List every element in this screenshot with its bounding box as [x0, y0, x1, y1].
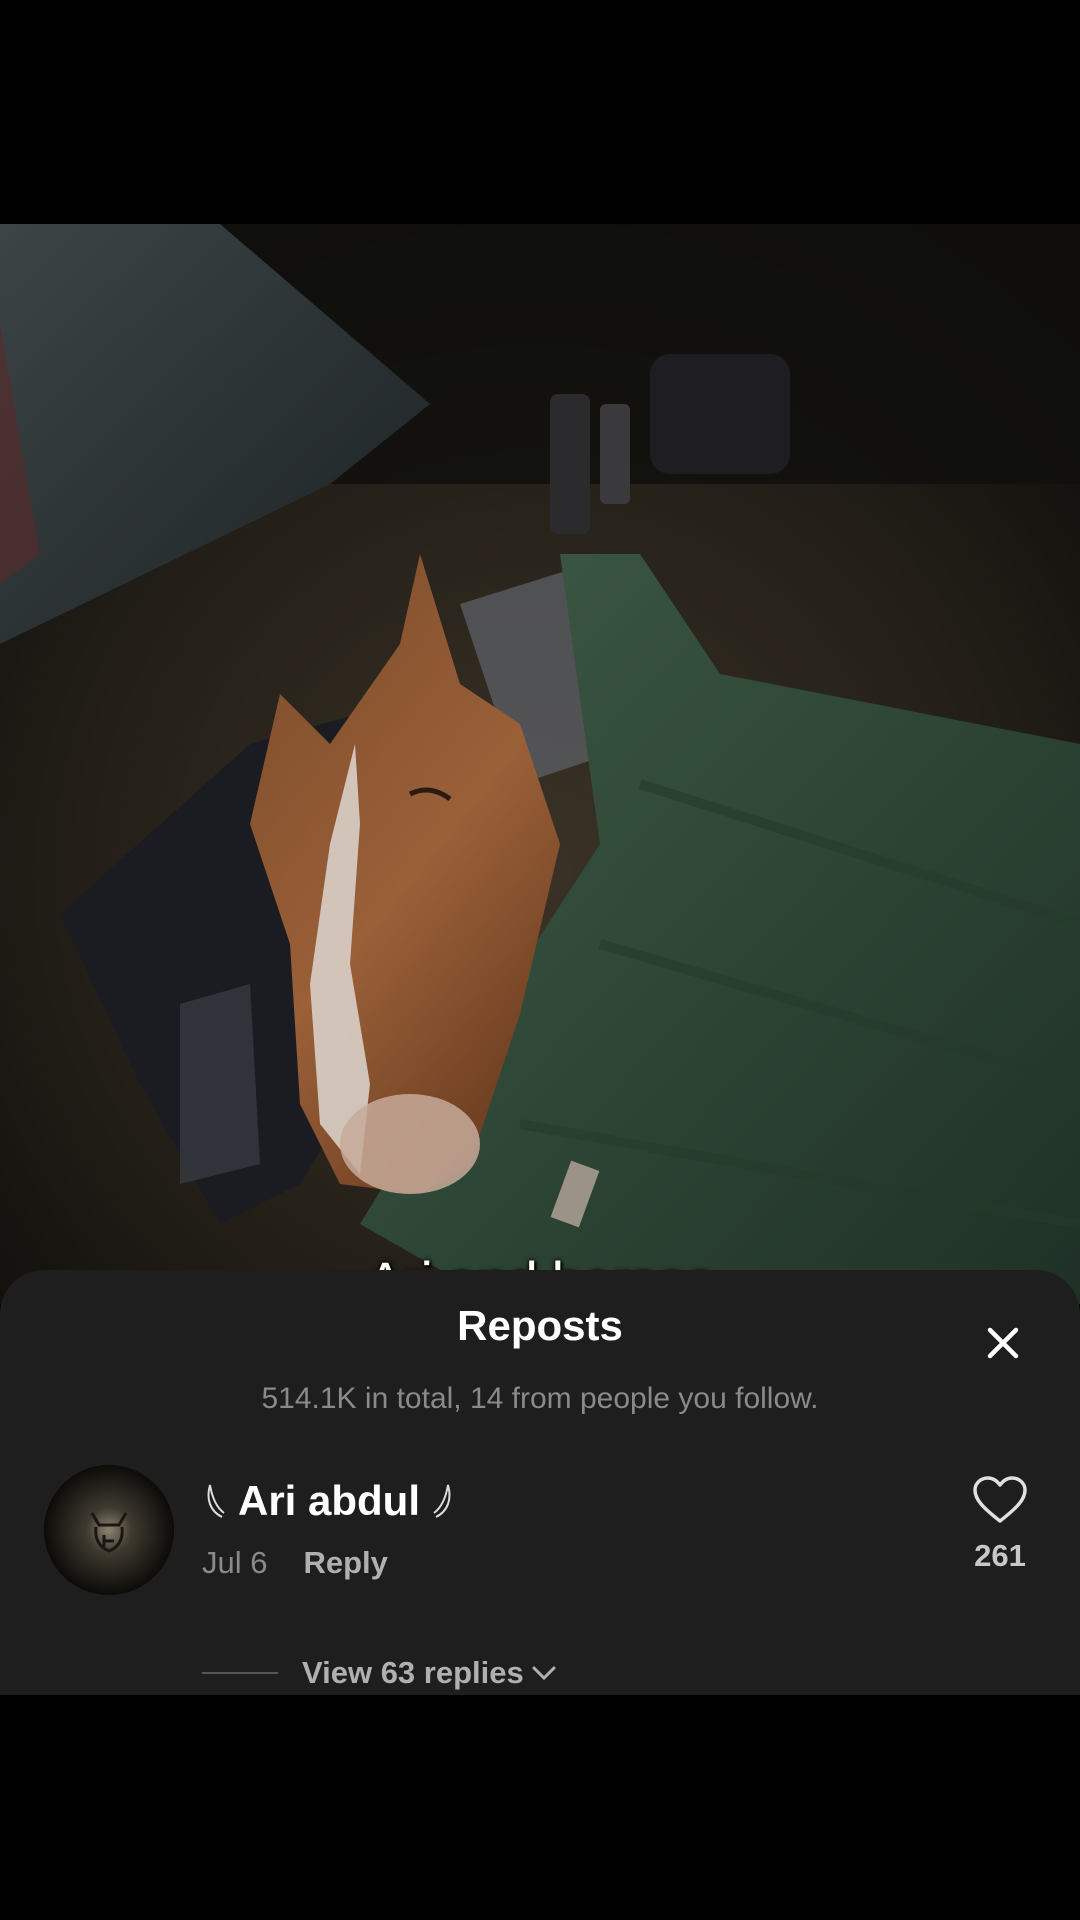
comment-meta: Jul 6 Reply	[202, 1545, 388, 1581]
view-replies-label: View 63 replies	[302, 1655, 524, 1690]
view-replies-button[interactable]: View 63 replies	[202, 1655, 558, 1691]
reposts-sheet: Reposts 514.1K in total, 14 from people …	[0, 1270, 1080, 1695]
like-count: 261	[974, 1538, 1026, 1573]
heart-outline-icon	[973, 1476, 1027, 1523]
reposts-summary: 514.1K in total, 14 from people you foll…	[261, 1382, 819, 1415]
divider-line	[202, 1672, 278, 1674]
close-icon	[987, 1327, 1019, 1359]
user-line: Ari abdul	[202, 1477, 456, 1525]
chevron-down-icon	[532, 1666, 556, 1681]
avatar-image	[44, 1465, 174, 1595]
close-button[interactable]	[978, 1318, 1028, 1368]
avatar[interactable]	[44, 1465, 174, 1595]
screen: Ari and horses Reposts 514.1K in total, …	[0, 0, 1080, 1920]
bottom-area	[0, 1695, 1080, 1920]
comment-date: Jul 6	[202, 1545, 268, 1580]
comment-item: Ari abdul Jul 6 Reply 261	[0, 1465, 1080, 1605]
right-wing-icon	[433, 1484, 451, 1518]
like-button[interactable]: 261	[960, 1475, 1040, 1574]
left-wing-icon	[207, 1484, 225, 1518]
video-frame-image	[0, 224, 1080, 1304]
sheet-title: Reposts	[457, 1302, 623, 1349]
username[interactable]: Ari abdul	[238, 1477, 420, 1525]
reply-button[interactable]: Reply	[303, 1545, 387, 1581]
video-player[interactable]: Ari and horses	[0, 224, 1080, 1304]
